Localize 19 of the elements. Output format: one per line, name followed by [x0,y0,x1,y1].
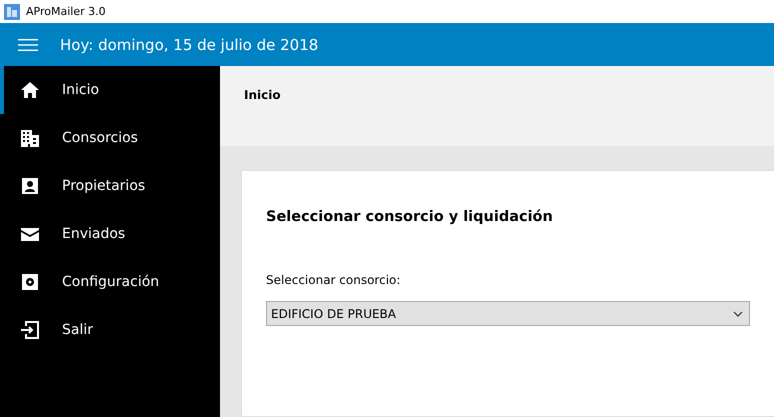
window-title: AProMailer 3.0 [26,5,106,18]
gear-icon [20,272,40,292]
app-icon [4,4,20,20]
sidebar-item[interactable]: Enviados [0,210,220,258]
chevron-down-icon [733,310,743,316]
consorcio-dropdown[interactable]: EDIFICIO DE PRUEBA [266,301,750,326]
home-icon [20,80,40,100]
date-title: Hoy: domingo, 15 de julio de 2018 [60,36,318,54]
exit-icon [20,320,40,340]
menu-icon[interactable] [18,38,38,50]
card-title: Seleccionar consorcio y liquidación [266,209,553,225]
sidebar-item[interactable]: Salir [0,306,220,354]
person-icon [20,176,40,196]
sidebar-item[interactable]: Configuración [0,258,220,306]
field-label: Seleccionar consorcio: [266,273,400,287]
building-icon [20,128,40,148]
sidebar-item[interactable]: Consorcios [0,114,220,162]
sidebar-item[interactable]: Propietarios [0,162,220,210]
page-title: Inicio [244,88,281,102]
